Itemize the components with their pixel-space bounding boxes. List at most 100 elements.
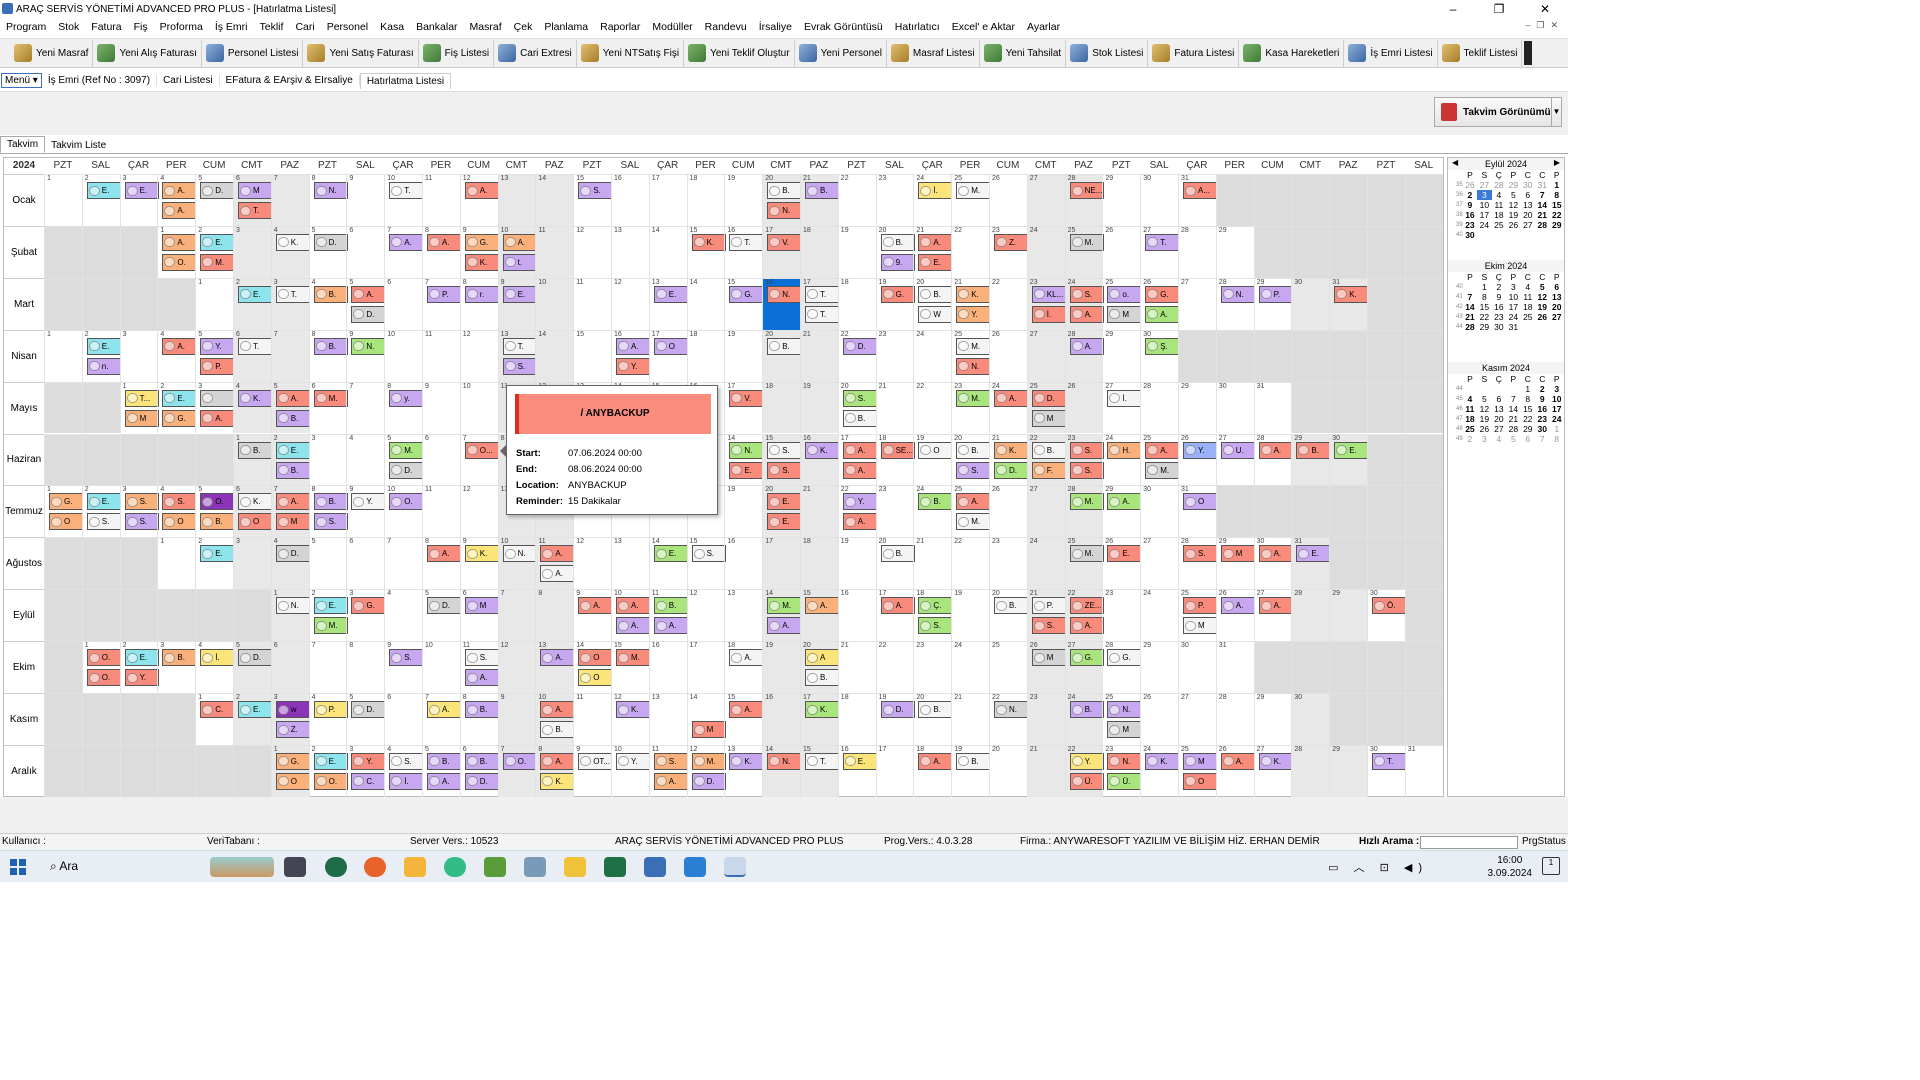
toolbar-button[interactable]: İş Emri Listesi: [1344, 39, 1438, 67]
mini-day[interactable]: 27: [1477, 180, 1491, 190]
mini-day[interactable]: 23: [1463, 220, 1477, 230]
calendar-event[interactable]: İ.: [200, 649, 235, 667]
day-cell[interactable]: 16: [762, 693, 800, 745]
toolbar-button[interactable]: Teklif Listesi: [1438, 39, 1523, 67]
menu-item[interactable]: Program: [0, 21, 52, 33]
day-cell[interactable]: 16 A. Y.: [611, 329, 650, 382]
day-cell[interactable]: 25 A. M.: [951, 485, 991, 538]
mini-day[interactable]: 12: [1477, 404, 1491, 414]
calendar-event[interactable]: K.: [464, 253, 499, 271]
day-cell[interactable]: 14 E.: [648, 537, 688, 590]
calendar-event[interactable]: E.: [86, 493, 121, 511]
calendar-event[interactable]: T.: [275, 285, 310, 303]
calendar-event[interactable]: M: [1183, 752, 1217, 770]
mini-day[interactable]: 7: [1535, 190, 1549, 200]
day-cell[interactable]: 29: [1329, 589, 1367, 642]
calendar-event[interactable]: D.: [313, 233, 348, 251]
day-cell[interactable]: 4 A. A.: [157, 174, 197, 226]
day-cell[interactable]: 21: [951, 693, 989, 745]
day-cell[interactable]: 26: [989, 174, 1027, 226]
mini-day[interactable]: 25: [1492, 220, 1506, 230]
day-cell[interactable]: 31: [1253, 381, 1292, 434]
menu-item[interactable]: Bankalar: [410, 21, 463, 33]
calendar-event[interactable]: A.: [540, 545, 575, 563]
day-cell[interactable]: 16: [611, 174, 649, 226]
calendar-event[interactable]: KL...: [1031, 285, 1066, 303]
next-month-icon[interactable]: ▶: [1554, 158, 1560, 167]
day-cell[interactable]: 1: [44, 174, 82, 226]
day-cell[interactable]: 22: [913, 381, 952, 434]
empty-cell[interactable]: [1329, 693, 1367, 745]
day-cell[interactable]: 10 Y.: [611, 744, 650, 797]
day-cell[interactable]: 9 G. K.: [459, 225, 499, 278]
calendar-event[interactable]: B.: [162, 649, 197, 667]
mini-day[interactable]: 16: [1492, 302, 1506, 312]
toolbar-button[interactable]: Yeni Masraf: [10, 39, 94, 67]
mini-day[interactable]: 19: [1477, 414, 1491, 424]
calendar-event[interactable]: M: [275, 513, 310, 531]
calendar-event[interactable]: P.: [200, 357, 235, 375]
calendar-event[interactable]: A.: [578, 597, 613, 615]
calendar-event[interactable]: A.: [842, 441, 877, 459]
day-cell[interactable]: 21: [837, 641, 876, 693]
mini-day[interactable]: 9: [1492, 292, 1506, 302]
day-cell[interactable]: 29 B.: [1291, 433, 1331, 486]
empty-cell[interactable]: [1329, 485, 1367, 538]
mini-day[interactable]: 28: [1535, 220, 1549, 230]
day-cell[interactable]: 4 P.: [308, 693, 348, 745]
empty-cell[interactable]: [81, 589, 120, 642]
day-cell[interactable]: 20 B.: [913, 693, 953, 745]
calendar-event[interactable]: E.: [1296, 545, 1331, 563]
toolbar-button[interactable]: Masraf Listesi: [887, 39, 980, 67]
menu-item[interactable]: Personel: [321, 21, 374, 33]
calendar-event[interactable]: M.: [389, 441, 424, 459]
calendar-event[interactable]: D.: [880, 701, 915, 718]
day-cell[interactable]: 6: [384, 693, 422, 745]
day-cell[interactable]: 23 N. Ü.: [1102, 744, 1142, 797]
day-cell[interactable]: 22 N.: [989, 693, 1028, 745]
empty-cell[interactable]: [44, 589, 82, 642]
mini-day[interactable]: 27: [1492, 424, 1506, 434]
empty-cell[interactable]: [1329, 641, 1367, 693]
day-cell[interactable]: 23: [875, 485, 914, 538]
day-cell[interactable]: 5 D.: [195, 174, 235, 226]
day-cell[interactable]: 11: [422, 329, 460, 382]
day-cell[interactable]: 14 M: [686, 693, 726, 745]
calendar-event[interactable]: N.: [729, 441, 764, 459]
calendar-event[interactable]: Y.: [351, 752, 386, 770]
calendar-event[interactable]: İ.: [1107, 389, 1142, 407]
empty-cell[interactable]: [157, 277, 196, 330]
day-cell[interactable]: 9: [346, 174, 385, 226]
day-cell[interactable]: 30 T.: [1367, 744, 1406, 797]
day-cell[interactable]: 2 E.: [233, 277, 272, 330]
calendar-event[interactable]: E.: [1107, 545, 1142, 563]
calendar-event[interactable]: P.: [313, 701, 348, 718]
calendar-event[interactable]: Ş.: [1145, 337, 1180, 355]
day-cell[interactable]: 14 O O: [573, 641, 613, 693]
calendar-event[interactable]: B.: [313, 285, 348, 303]
calendar-event[interactable]: E.: [124, 649, 159, 667]
mini-day[interactable]: 23: [1535, 414, 1549, 424]
day-cell[interactable]: 5 D.: [422, 589, 461, 642]
mini-day[interactable]: 12: [1506, 200, 1520, 210]
calendar-event[interactable]: D.: [238, 649, 272, 667]
calendar-event[interactable]: A.: [427, 545, 461, 563]
day-cell[interactable]: 26 Y.: [1178, 433, 1217, 486]
empty-cell[interactable]: [1367, 329, 1405, 382]
empty-cell[interactable]: [44, 744, 82, 797]
mini-day[interactable]: 27: [1521, 220, 1535, 230]
day-cell[interactable]: 24 K.: [1140, 744, 1180, 797]
empty-cell[interactable]: [81, 277, 120, 330]
calendar-event[interactable]: O.: [86, 669, 121, 687]
calendar-event[interactable]: A.: [729, 649, 764, 667]
empty-cell[interactable]: [44, 225, 82, 278]
day-cell[interactable]: 10 N.: [497, 537, 537, 590]
empty-cell[interactable]: [1367, 433, 1405, 486]
calendar-event[interactable]: r.: [464, 285, 499, 303]
day-cell[interactable]: 11 S. A.: [459, 641, 499, 693]
day-cell[interactable]: 7 O.: [497, 744, 537, 797]
day-cell[interactable]: 15 T.: [800, 744, 839, 797]
mini-day[interactable]: [1463, 384, 1477, 394]
toolbar-button[interactable]: Yeni Satış Faturası: [303, 39, 419, 67]
mini-day[interactable]: [1477, 384, 1491, 394]
